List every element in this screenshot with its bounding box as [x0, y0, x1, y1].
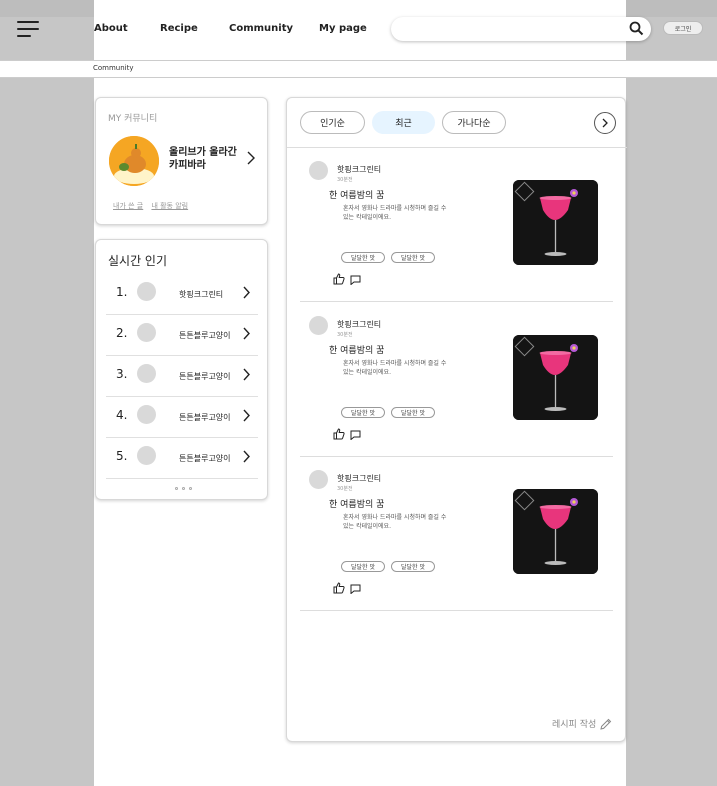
chevron-right-icon[interactable] [242, 327, 251, 340]
list-item[interactable]: 3. 튼튼블루고양이 [106, 356, 258, 397]
avatar [309, 161, 328, 180]
post-title[interactable]: 한 여름밤의 꿈 [329, 188, 384, 201]
tab-recent[interactable]: 최근 [372, 111, 435, 134]
tab-popular[interactable]: 인기순 [300, 111, 365, 134]
avatar [137, 405, 156, 424]
write-recipe-label: 레시피 작성 [552, 720, 597, 730]
breadcrumb: Community [93, 64, 134, 72]
popular-card: 실시간 인기 1. 핫핑크그린티 2. 튼튼블루고양이 3. 튼튼블루고양이 4… [95, 239, 268, 500]
pagination-dots[interactable] [175, 487, 192, 490]
post-tags: 달달한 맛 달달한 맛 [341, 252, 435, 263]
nav-my-page[interactable]: My page [319, 23, 367, 34]
tabs-next-button[interactable] [594, 112, 616, 134]
chevron-right-icon[interactable] [242, 409, 251, 422]
post-description: 혼자서 영화나 드라마를 시청하며 즐길 수 있는 칵테일이에요. [343, 205, 447, 221]
write-recipe-button[interactable]: 레시피 작성 [552, 717, 612, 730]
my-posts-link[interactable]: 내가 쓴 글 [113, 202, 143, 210]
post-author: 핫핑크그린티 [337, 165, 382, 174]
post-time: 30분전 [337, 332, 353, 338]
post-description: 혼자서 영화나 드라마를 시청하며 즐길 수 있는 칵테일이에요. [343, 514, 447, 530]
search-icon[interactable] [628, 20, 646, 38]
feed-card: 인기순 최근 가나다순 핫핑크그린티 30분전 한 여름밤의 꿈 혼자서 영화나… [286, 97, 627, 742]
thumbs-up-icon[interactable] [333, 582, 345, 594]
nav-community[interactable]: Community [229, 23, 293, 34]
rank-number: 1. [116, 285, 128, 299]
list-item[interactable]: 4. 튼튼블루고양이 [106, 397, 258, 438]
my-community-links: 내가 쓴 글 내 활동 알림 [113, 201, 194, 211]
post-author: 핫핑크그린티 [337, 320, 382, 329]
nav-about[interactable]: About [94, 23, 128, 34]
popular-list: 1. 핫핑크그린티 2. 튼튼블루고양이 3. 튼튼블루고양이 4. 튼튼블루고… [106, 274, 258, 479]
avatar [137, 446, 156, 465]
login-button[interactable]: 로그인 [663, 21, 703, 35]
post-item[interactable]: 핫핑크그린티 30분전 한 여름밤의 꿈 혼자서 영화나 드라마를 시청하며 즐… [300, 147, 613, 302]
tag-chip[interactable]: 달달한 맛 [391, 252, 435, 263]
avatar [109, 136, 159, 186]
post-tags: 달달한 맛 달달한 맛 [341, 407, 435, 418]
avatar [309, 316, 328, 335]
user-name: 튼튼블루고양이 [179, 454, 231, 463]
chevron-right-icon[interactable] [246, 151, 256, 165]
tag-chip[interactable]: 달달한 맛 [391, 561, 435, 572]
my-community-title: MY 커뮤니티 [108, 114, 158, 124]
thumbs-up-icon[interactable] [333, 273, 345, 285]
chevron-right-icon[interactable] [242, 286, 251, 299]
user-name: 튼튼블루고양이 [179, 413, 231, 422]
user-name: 핫핑크그린티 [179, 290, 224, 299]
list-item[interactable]: 1. 핫핑크그린티 [106, 274, 258, 315]
comment-icon[interactable] [350, 430, 361, 440]
post-author: 핫핑크그린티 [337, 474, 382, 483]
post-time: 30분전 [337, 177, 353, 183]
cocktail-image[interactable] [513, 180, 598, 265]
post-title[interactable]: 한 여름밤의 꿈 [329, 497, 384, 510]
chevron-right-icon[interactable] [242, 450, 251, 463]
thumbs-up-icon[interactable] [333, 428, 345, 440]
search-input[interactable] [391, 17, 651, 41]
avatar [137, 364, 156, 383]
popular-title: 실시간 인기 [108, 254, 168, 268]
rank-number: 3. [116, 367, 128, 381]
post-title[interactable]: 한 여름밤의 꿈 [329, 343, 384, 356]
tag-chip[interactable]: 달달한 맛 [341, 407, 385, 418]
nav-recipe[interactable]: Recipe [160, 23, 198, 34]
post-description: 혼자서 영화나 드라마를 시청하며 즐길 수 있는 칵테일이에요. [343, 360, 447, 376]
sort-tabs: 인기순 최근 가나다순 [300, 111, 506, 134]
post-tags: 달달한 맛 달달한 맛 [341, 561, 435, 572]
post-item[interactable]: 핫핑크그린티 30분전 한 여름밤의 꿈 혼자서 영화나 드라마를 시청하며 즐… [300, 456, 613, 611]
chevron-right-icon [602, 118, 608, 128]
avatar [137, 282, 156, 301]
chevron-right-icon[interactable] [242, 368, 251, 381]
avatar [137, 323, 156, 342]
list-item[interactable]: 5. 튼튼블루고양이 [106, 438, 258, 479]
list-item[interactable]: 2. 튼튼블루고양이 [106, 315, 258, 356]
avatar [309, 470, 328, 489]
menu-icon[interactable] [17, 21, 39, 37]
comment-icon[interactable] [350, 275, 361, 285]
pencil-icon [600, 718, 612, 730]
user-name: 튼튼블루고양이 [179, 372, 231, 381]
my-community-name[interactable]: 올리브가 올라간 카피바라 [169, 146, 243, 172]
cocktail-image[interactable] [513, 335, 598, 420]
post-time: 30분전 [337, 486, 353, 492]
tag-chip[interactable]: 달달한 맛 [391, 407, 435, 418]
comment-icon[interactable] [350, 584, 361, 594]
my-community-card: MY 커뮤니티 올리브가 올라간 카피바라 내가 쓴 글 내 활동 알림 [95, 97, 268, 225]
user-name: 튼튼블루고양이 [179, 331, 231, 340]
cocktail-image[interactable] [513, 489, 598, 574]
tab-alphabetical[interactable]: 가나다순 [442, 111, 506, 134]
my-activity-link[interactable]: 내 활동 알림 [151, 202, 188, 210]
rank-number: 2. [116, 326, 128, 340]
tag-chip[interactable]: 달달한 맛 [341, 252, 385, 263]
post-item[interactable]: 핫핑크그린티 30분전 한 여름밤의 꿈 혼자서 영화나 드라마를 시청하며 즐… [300, 302, 613, 457]
rank-number: 5. [116, 449, 128, 463]
rank-number: 4. [116, 408, 128, 422]
tag-chip[interactable]: 달달한 맛 [341, 561, 385, 572]
